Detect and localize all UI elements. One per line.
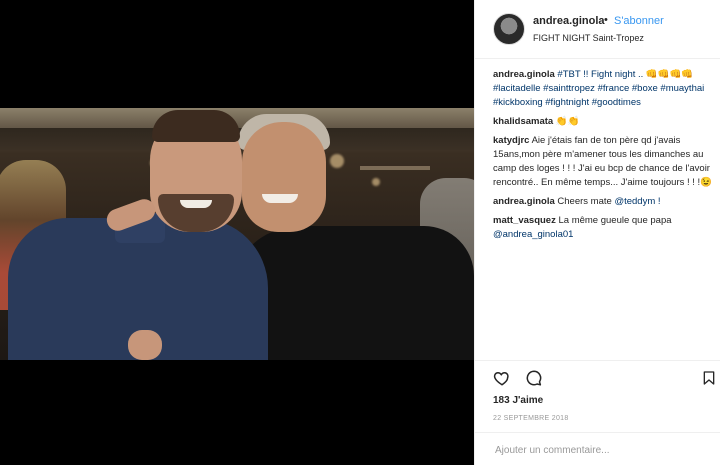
instagram-post-view: andrea.ginola • S'abonner FIGHT NIGHT Sa… [0, 0, 720, 465]
man-right-smile [262, 194, 298, 203]
post-photo[interactable] [0, 108, 474, 360]
follow-button[interactable]: S'abonner [614, 15, 664, 27]
comment-username[interactable]: matt_vasquez [493, 215, 556, 226]
comment-username[interactable]: katydjrc [493, 135, 529, 146]
comment-mention[interactable]: @teddym ! [614, 196, 660, 207]
man-right-face [242, 122, 326, 232]
post-location[interactable]: FIGHT NIGHT Saint-Tropez [533, 33, 644, 43]
comments-list: andrea.ginola #TBT !! Fight night .. 👊👊👊… [493, 68, 717, 247]
post-header: andrea.ginola • S'abonner FIGHT NIGHT Sa… [475, 0, 720, 59]
add-comment-input[interactable] [493, 441, 697, 459]
bookmark-icon[interactable] [701, 369, 717, 387]
hand [128, 330, 162, 360]
photo-light [372, 178, 380, 186]
comment-item: khalidsamata 👏👏 [493, 115, 717, 129]
comment-item: katydjrc Aie j'étais fan de ton père qd … [493, 134, 717, 190]
photo-light [330, 154, 344, 168]
comment-item: andrea.ginola Cheers mate @teddym ! [493, 195, 717, 209]
add-comment-bar [475, 432, 720, 466]
avatar[interactable] [493, 13, 525, 45]
comment-item: matt_vasquez La même gueule que papa @an… [493, 214, 717, 242]
comment-mention[interactable]: @andrea_ginola01 [493, 229, 573, 240]
heart-icon[interactable] [493, 369, 511, 387]
comment-text: Cheers mate [557, 196, 612, 207]
man-left-smile [180, 200, 212, 208]
comment-text: 👏👏 [555, 116, 580, 127]
comment-text: La même gueule que papa [558, 215, 672, 226]
post-media [0, 0, 474, 465]
man-left-hair [152, 110, 240, 142]
likes-count[interactable]: 183 J'aime [493, 395, 543, 406]
comment-icon[interactable] [525, 369, 543, 387]
comment-username[interactable]: khalidsamata [493, 116, 553, 127]
comment-item: andrea.ginola #TBT !! Fight night .. 👊👊👊… [493, 68, 717, 110]
separator-dot: • [604, 14, 608, 26]
comment-username[interactable]: andrea.ginola [493, 196, 555, 207]
post-side-panel: andrea.ginola • S'abonner FIGHT NIGHT Sa… [474, 0, 720, 465]
photo-light [360, 166, 430, 170]
comment-username[interactable]: andrea.ginola [493, 69, 555, 80]
post-actions: 183 J'aime 22 SEPTEMBRE 2018 [475, 360, 720, 422]
post-date: 22 SEPTEMBRE 2018 [493, 415, 569, 422]
post-username[interactable]: andrea.ginola [533, 15, 605, 27]
